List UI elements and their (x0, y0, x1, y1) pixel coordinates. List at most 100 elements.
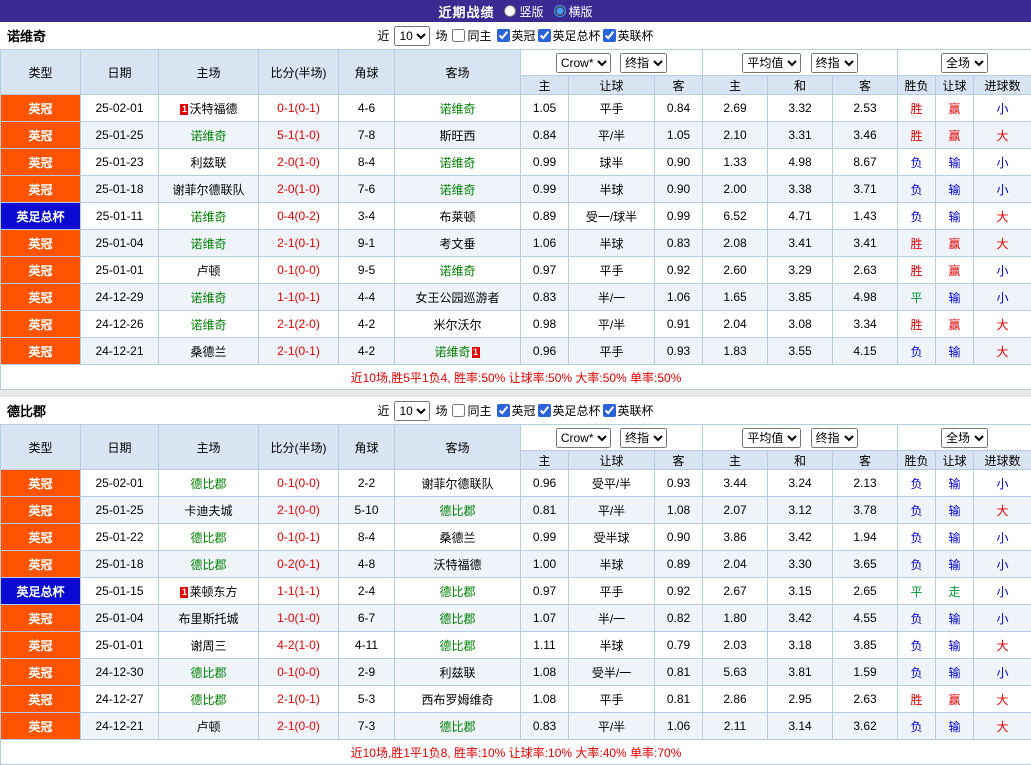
result-cell: 负 (898, 605, 936, 632)
avg-draw-cell: 3.81 (768, 659, 833, 686)
team-name: 诺维奇 (439, 264, 475, 278)
avg-type-select[interactable]: 平均值 (742, 428, 801, 448)
handicap-result-cell: 输 (936, 176, 974, 203)
team-name: 布莱顿 (439, 210, 475, 224)
date-cell: 25-01-18 (81, 176, 159, 203)
date-cell: 25-01-11 (81, 203, 159, 230)
score-cell: 2-0(1-0) (259, 176, 339, 203)
handicap-result-cell: 输 (936, 659, 974, 686)
summary-text: 近10场,胜1平1负8, 胜率:10% 让球率:10% 大率:40% 单率:70… (1, 740, 1031, 765)
same-home-checkbox[interactable] (452, 29, 465, 42)
score-cell: 1-1(1-1) (259, 578, 339, 605)
handicap-result-cell: 输 (936, 203, 974, 230)
away-team-cell: 布莱顿 (395, 203, 521, 230)
team-name: 诺维奇 (190, 210, 226, 224)
league-filter-label: 英冠 (512, 27, 536, 44)
odds-provider-select[interactable]: Crow* (556, 428, 611, 448)
team-name: 诺维奇 (190, 291, 226, 305)
date-cell: 24-12-21 (81, 713, 159, 740)
col-header-result: 胜负 (898, 451, 936, 470)
match-row: 英冠25-02-011沃特福德0-1(0-1)4-6诺维奇1.05平手0.842… (1, 95, 1031, 122)
league-filter[interactable]: 英冠 (497, 402, 536, 419)
avg-draw-cell: 3.32 (768, 95, 833, 122)
away-odds-cell: 0.79 (655, 632, 703, 659)
vertical-layout-option[interactable]: 竖版 (504, 3, 543, 20)
goals-result-cell: 大 (974, 497, 1031, 524)
league-filter-checkbox[interactable] (538, 29, 551, 42)
odds-provider-select[interactable]: Crow* (556, 53, 611, 73)
col-header-goals: 进球数 (974, 451, 1031, 470)
same-home-filter[interactable]: 同主 (452, 402, 491, 419)
away-team-cell: 诺维奇 (395, 176, 521, 203)
league-filter[interactable]: 英足总杯 (538, 27, 601, 44)
team-name: 布里斯托城 (178, 612, 238, 626)
league-filter-checkbox[interactable] (497, 29, 510, 42)
avg-type-select[interactable]: 平均值 (742, 53, 801, 73)
corners-cell: 4-11 (339, 632, 395, 659)
recent-count-select[interactable]: 10 (394, 401, 430, 421)
league-type-cell: 英冠 (1, 230, 81, 257)
league-filter-checkbox[interactable] (603, 404, 616, 417)
col-header-result: 胜负 (898, 76, 936, 95)
avg-draw-cell: 4.98 (768, 149, 833, 176)
avg-away-cell: 3.85 (833, 632, 898, 659)
goals-result-cell: 大 (974, 632, 1031, 659)
same-home-checkbox[interactable] (452, 404, 465, 417)
col-header-odds-home: 主 (521, 451, 569, 470)
same-home-filter[interactable]: 同主 (452, 27, 491, 44)
match-row: 英冠25-01-01卢顿0-1(0-0)9-5诺维奇0.97平手0.922.60… (1, 257, 1031, 284)
recent-count-select[interactable]: 10 (394, 26, 430, 46)
matches-label: 场 (435, 27, 447, 44)
avg-away-cell: 2.53 (833, 95, 898, 122)
date-cell: 25-01-22 (81, 524, 159, 551)
horizontal-layout-option[interactable]: 横版 (554, 3, 593, 20)
col-header-handicap-result: 让球 (936, 451, 974, 470)
score-cell: 2-0(1-0) (259, 149, 339, 176)
avg-stage-select[interactable]: 终指 (811, 428, 858, 448)
avg-home-cell: 3.86 (703, 524, 768, 551)
corners-cell: 4-2 (339, 311, 395, 338)
match-row: 英冠24-12-29诺维奇1-1(0-1)4-4女王公园巡游者0.83半/一1.… (1, 284, 1031, 311)
score-cell: 2-1(0-1) (259, 686, 339, 713)
odds-stage-select[interactable]: 终指 (620, 53, 667, 73)
team-name: 诺维奇 (190, 318, 226, 332)
league-filter[interactable]: 英联杯 (603, 27, 654, 44)
league-filter-checkbox[interactable] (538, 404, 551, 417)
team-name: 沃特福德 (189, 102, 237, 116)
away-team-cell: 诺维奇 (395, 149, 521, 176)
league-filter[interactable]: 英联杯 (603, 402, 654, 419)
odds-stage-select[interactable]: 终指 (620, 428, 667, 448)
home-odds-cell: 0.99 (521, 176, 569, 203)
league-filter[interactable]: 英足总杯 (538, 402, 601, 419)
handicap-result-cell: 输 (936, 605, 974, 632)
league-filter[interactable]: 英冠 (497, 27, 536, 44)
avg-home-cell: 2.10 (703, 122, 768, 149)
avg-stage-select[interactable]: 终指 (811, 53, 858, 73)
avg-away-cell: 3.71 (833, 176, 898, 203)
score-cell: 4-2(1-0) (259, 632, 339, 659)
red-card-badge: 1 (180, 104, 188, 115)
score-cell: 0-1(0-0) (259, 470, 339, 497)
col-header-corners: 角球 (339, 50, 395, 95)
avg-away-cell: 4.98 (833, 284, 898, 311)
odds-select-cell: Crow* 终指 (521, 50, 703, 76)
vertical-layout-radio[interactable] (504, 5, 516, 17)
home-team-cell: 德比郡 (159, 659, 259, 686)
handicap-result-cell: 输 (936, 551, 974, 578)
date-cell: 25-01-04 (81, 230, 159, 257)
league-filter-checkbox[interactable] (497, 404, 510, 417)
away-team-cell: 桑德兰 (395, 524, 521, 551)
horizontal-layout-radio[interactable] (554, 5, 566, 17)
scope-select[interactable]: 全场 (941, 428, 988, 448)
handicap-cell: 受一/球半 (569, 203, 655, 230)
goals-result-cell: 小 (974, 149, 1031, 176)
away-team-cell: 诺维奇 (395, 257, 521, 284)
avg-home-cell: 2.00 (703, 176, 768, 203)
team-name: 诺维奇 (439, 156, 475, 170)
league-type-cell: 英足总杯 (1, 578, 81, 605)
scope-select[interactable]: 全场 (941, 53, 988, 73)
home-team-cell: 布里斯托城 (159, 605, 259, 632)
league-filter-checkbox[interactable] (603, 29, 616, 42)
goals-result-cell: 大 (974, 311, 1031, 338)
avg-draw-cell: 3.30 (768, 551, 833, 578)
